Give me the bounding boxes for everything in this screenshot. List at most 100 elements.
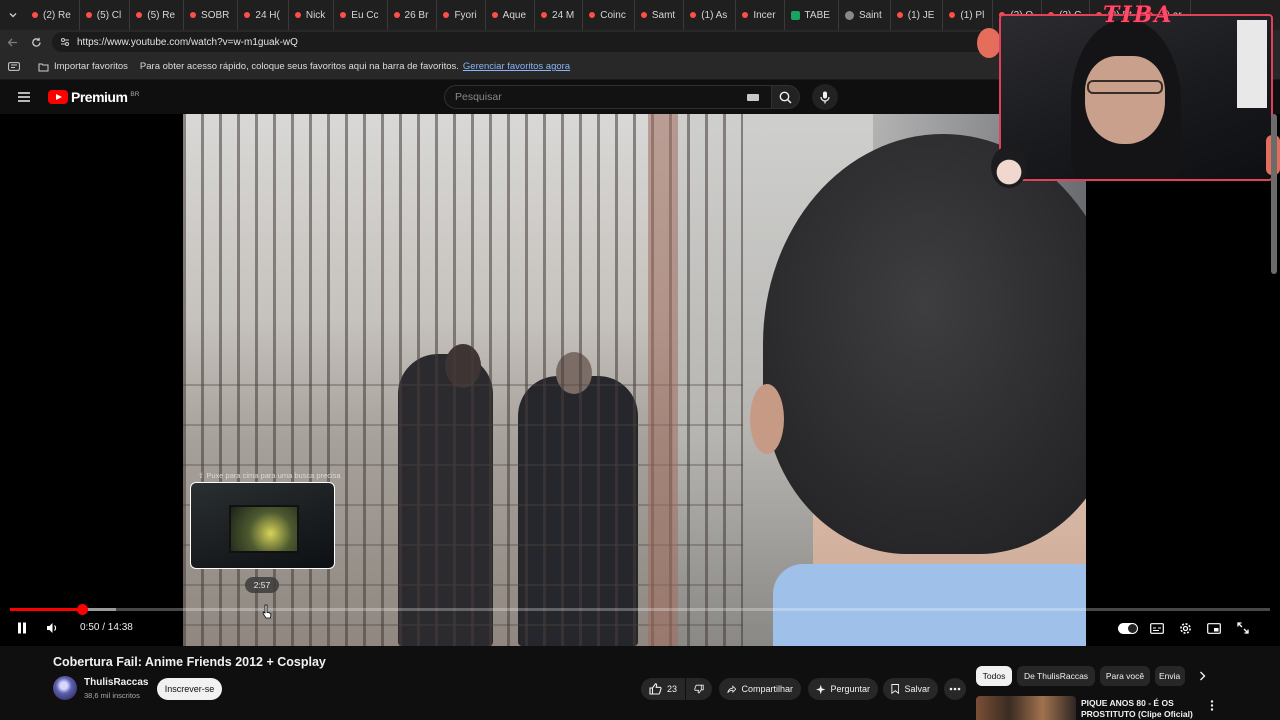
browser-tab[interactable]: (1) JE [891,0,944,30]
browser-tab[interactable]: (5) Cl [80,0,131,30]
browser-tab[interactable]: (1) As [684,0,737,30]
browser-tab[interactable]: Incer [736,0,785,30]
youtube-favicon-icon [136,12,143,18]
video-foreground-shirt [773,564,1086,646]
more-horizontal-icon [949,687,961,691]
mouse-cursor-icon [262,604,272,619]
youtube-favicon-icon [742,12,749,18]
progress-bar[interactable] [10,604,1270,615]
search-button[interactable] [772,85,800,109]
logo-country-code: BR [130,91,140,98]
gear-icon [1179,622,1191,634]
tab-search-chevron-icon[interactable] [0,2,26,28]
browser-tab-label: (2) Re [43,9,71,21]
browser-tab[interactable]: (5) Re [130,0,185,30]
browser-tab[interactable]: (1) Pl [943,0,994,30]
thumbs-up-icon [649,683,662,695]
browser-tab-label: 24 H( [255,9,280,21]
browser-tab-label: (1) As [701,9,728,21]
page-scrollbar[interactable] [1271,114,1277,274]
video-pillar [648,114,678,646]
browser-tab[interactable]: Fyori [437,0,486,30]
channel-name[interactable]: ThulisRaccas [84,677,148,688]
chip-all[interactable]: Todos [976,666,1012,686]
tab-groups-icon[interactable] [0,62,28,71]
keyboard-icon[interactable] [747,94,759,101]
webcam-decoration [977,28,1001,58]
video-info-area: Cobertura Fail: Anime Friends 2012 + Cos… [0,646,1280,720]
browser-tab-label: Aque [502,9,527,21]
preview-monitor [229,505,299,553]
thumbs-down-icon [694,684,704,694]
search-input[interactable]: Pesquisar [444,85,772,109]
browser-tab-label: Saint [858,9,882,21]
channel-avatar[interactable] [53,676,77,700]
import-bookmarks-label: Importar favoritos [54,61,128,72]
browser-tab[interactable]: Nick [289,0,335,30]
browser-tab-label: Incer [753,9,776,21]
site-info-icon[interactable] [60,37,70,47]
youtube-favicon-icon [32,12,38,18]
browser-tab[interactable]: 24 M [535,0,584,30]
recommendation-title[interactable]: PIQUE ANOS 80 - É OS PROSTITUTO (Clipe O… [1081,698,1206,720]
import-bookmarks-button[interactable]: Importar favoritos [28,61,138,72]
save-button[interactable]: Salvar [883,678,938,700]
youtube-favicon-icon [340,12,347,18]
youtube-favicon-icon [541,12,548,18]
seek-preview-thumbnail [190,482,335,569]
recommendation-thumbnail[interactable] [976,696,1076,720]
fullscreen-button[interactable] [1234,618,1252,638]
browser-tab[interactable]: SOBR [184,0,239,30]
browser-tab[interactable]: Samt [635,0,685,30]
recommendation-menu-button[interactable] [1205,698,1219,712]
chips-next-button[interactable] [1194,669,1210,683]
autoplay-toggle[interactable] [1118,623,1138,634]
miniplayer-button[interactable] [1205,618,1223,638]
manage-bookmarks-link[interactable]: Gerenciar favoritos agora [463,61,570,72]
progress-played [10,608,82,611]
browser-tab-label: (5) Re [147,9,176,21]
browser-tab-label: (1) Pl [960,9,985,21]
browser-tab-label: 24 M [552,9,575,21]
browser-tab[interactable]: 24 H( [238,0,289,30]
browser-tab-label: (5) Cl [96,9,122,21]
youtube-favicon-icon [949,12,956,18]
settings-button[interactable] [1176,618,1194,638]
more-actions-button[interactable] [944,678,966,700]
share-button[interactable]: Compartilhar [719,678,801,700]
miniplayer-icon [1207,622,1221,634]
menu-icon[interactable] [0,92,48,102]
chip-uploaded[interactable]: Envia [1155,666,1185,686]
youtube-favicon-icon [690,12,697,18]
browser-tab[interactable]: (2) Re [26,0,80,30]
search-icon [779,91,792,104]
chip-from-channel[interactable]: De ThulisRaccas [1017,666,1095,686]
back-icon[interactable] [0,30,24,54]
subscribe-button[interactable]: Inscrever-se [157,678,222,700]
browser-tab-label: TABE [804,9,830,21]
browser-tab[interactable]: 26 Br [388,0,438,30]
ask-button[interactable]: Perguntar [808,678,878,700]
pause-button[interactable] [12,618,32,638]
url-bar[interactable]: https://www.youtube.com/watch?v=w-m1guak… [52,32,992,52]
like-button[interactable]: 23 [641,678,685,700]
youtube-premium-logo[interactable]: Premium BR [48,89,139,105]
video-player[interactable]: ⇧ Puxe para cima para uma busca precisa … [0,114,1280,646]
volume-button[interactable] [42,618,62,638]
progress-scrubber[interactable] [76,604,88,615]
url-text[interactable]: https://www.youtube.com/watch?v=w-m1guak… [77,37,298,48]
youtube-favicon-icon [640,12,647,18]
browser-tab[interactable]: Saint [839,0,891,30]
search-placeholder: Pesquisar [455,91,502,103]
browser-tab[interactable]: Eu Cc [334,0,388,30]
site-favicon-icon [844,10,854,20]
browser-tab[interactable]: TABE [785,0,839,30]
dislike-button[interactable] [686,678,712,700]
voice-search-button[interactable] [812,84,838,110]
browser-tab[interactable]: Coinc [583,0,635,30]
reload-icon[interactable] [24,30,48,54]
chip-for-you[interactable]: Para você [1100,666,1150,686]
subtitles-button[interactable] [1148,618,1166,638]
browser-tab[interactable]: Aque [486,0,536,30]
save-label: Salvar [904,684,930,694]
